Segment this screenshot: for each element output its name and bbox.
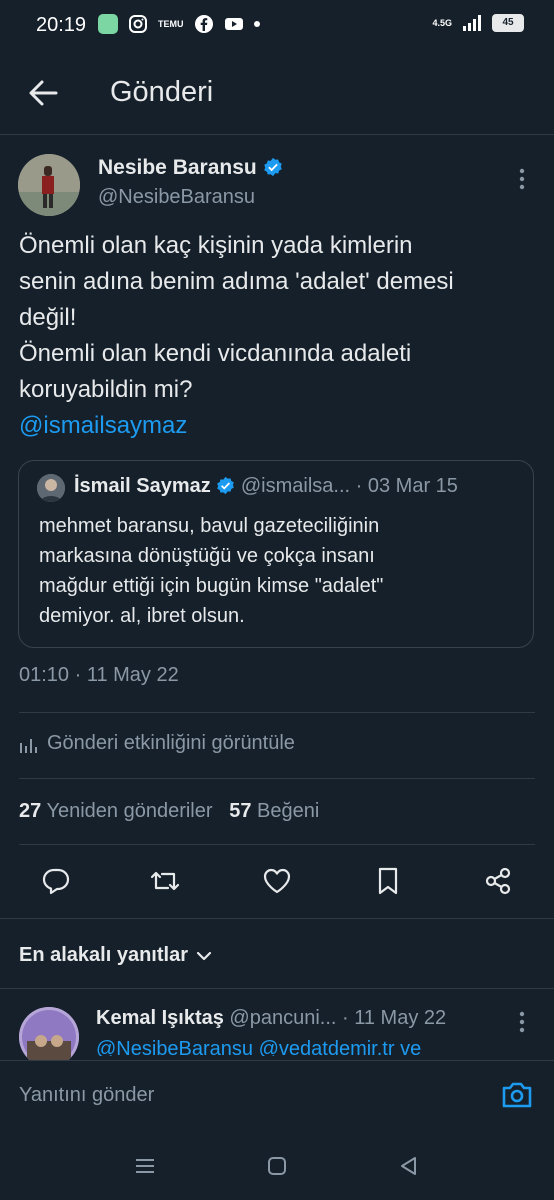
reply-header: Kemal Işıktaş @pancuni... · 11 May 22 (96, 1007, 446, 1030)
quote-line: mehmet baransu, bavul gazeteciliğinin (39, 515, 380, 537)
more-options-icon[interactable] (512, 167, 532, 191)
youtube-icon (224, 18, 243, 30)
quote-line: markasına dönüştüğü ve çokça insanı (39, 545, 375, 567)
reply-more-options-icon[interactable] (512, 1010, 532, 1034)
engagement-stats: 27 Yeniden gönderiler 57 Beğeni (19, 800, 319, 823)
camera-icon[interactable] (500, 1078, 534, 1112)
verified-badge-icon (263, 157, 282, 177)
divider (0, 918, 554, 919)
quote-verified-badge-icon (217, 476, 235, 495)
header-divider (0, 134, 554, 135)
reposts-label: Yeniden gönderiler (46, 800, 213, 822)
reply-avatar-photo-icon (19, 1007, 79, 1067)
notification-icons: TEMU (98, 14, 260, 34)
reposts-stat[interactable]: 27 Yeniden gönderiler (19, 800, 213, 822)
quote-line: mağdur ettiği için bugün kimse "adalet" (39, 575, 384, 597)
tweet-line: değil! (19, 304, 77, 331)
view-activity-link[interactable]: Gönderi etkinliğini görüntüle (19, 732, 295, 755)
battery-icon: 45 (492, 14, 524, 32)
share-icon[interactable] (483, 866, 513, 896)
tweet-timestamp[interactable]: 01:10 · 11 May 22 (19, 664, 179, 687)
bookmark-icon[interactable] (373, 866, 403, 896)
quote-text: mehmet baransu, bavul gazeteciliğinin ma… (39, 511, 509, 631)
reply-sort-dropdown[interactable]: En alakalı yanıtlar (19, 944, 212, 967)
system-nav-bar (0, 1134, 554, 1200)
mention-link[interactable]: @ismailsaymaz (19, 408, 539, 444)
network-label: 4.5G (432, 18, 452, 28)
reply-author-avatar[interactable] (19, 1007, 79, 1067)
back-nav-icon[interactable] (397, 1154, 421, 1178)
tweet-line: senin adına benim adıma 'adalet' demesi (19, 268, 454, 295)
quote-meta: @ismailsa... · 03 Mar 15 (240, 475, 458, 497)
chat-app-icon (98, 14, 118, 34)
chevron-down-icon (196, 951, 212, 960)
divider (0, 988, 554, 989)
compose-divider (0, 1060, 554, 1061)
reply-text[interactable]: @NesibeBaransu @vedatdemir.tr ve (96, 1038, 421, 1056)
author-name-row[interactable]: Nesibe Baransu (98, 156, 283, 180)
back-arrow-icon[interactable] (26, 76, 60, 110)
divider (19, 778, 535, 779)
quoted-tweet[interactable]: İsmail Saymaz @ismailsa... · 03 Mar 15 m… (18, 460, 534, 648)
repost-icon[interactable] (150, 866, 180, 896)
status-bar: 20:19 TEMU 4.5G 45 (0, 0, 554, 52)
quote-author-avatar[interactable] (37, 474, 65, 502)
reply-input[interactable]: Yanıtını gönder (19, 1084, 154, 1107)
page-title: Gönderi (110, 76, 214, 108)
reply-icon[interactable] (41, 866, 71, 896)
tweet-line: Önemli olan kaç kişinin yada kimlerin (19, 232, 413, 259)
author-avatar[interactable] (18, 154, 80, 216)
author-photo-icon (18, 154, 80, 216)
system-status: 4.5G 45 (432, 14, 524, 32)
temu-icon: TEMU (158, 18, 184, 29)
reply-meta: @pancuni... · 11 May 22 (229, 1007, 447, 1029)
quote-author-name: İsmail Saymaz (74, 475, 211, 497)
author-name[interactable]: Nesibe Baransu (98, 156, 257, 179)
tweet-line: koruyabildin mi? (19, 376, 193, 403)
divider (19, 712, 535, 713)
quote-header: İsmail Saymaz @ismailsa... · 03 Mar 15 (74, 475, 458, 498)
quote-line: demiyor. al, ibret olsun. (39, 605, 245, 627)
likes-label: Beğeni (257, 800, 320, 822)
likes-count: 57 (229, 800, 252, 822)
divider (19, 844, 535, 845)
tweet-text: Önemli olan kaç kişinin yada kimlerin se… (19, 228, 539, 444)
reply-sort-label: En alakalı yanıtlar (19, 944, 188, 966)
more-notifications-dot-icon (253, 21, 260, 27)
instagram-icon (129, 15, 147, 33)
home-icon[interactable] (265, 1154, 289, 1178)
status-time: 20:19 (36, 14, 87, 36)
quote-avatar-photo-icon (37, 474, 65, 502)
recent-apps-icon[interactable] (133, 1154, 157, 1178)
tweet-line: Önemli olan kendi vicdanında adaleti (19, 340, 412, 367)
facebook-icon (194, 15, 213, 33)
action-bar (0, 866, 554, 896)
author-handle[interactable]: @NesibeBaransu (98, 186, 255, 209)
reposts-count: 27 (19, 800, 42, 822)
likes-stat[interactable]: 57 Beğeni (229, 800, 319, 822)
analytics-icon (20, 738, 37, 753)
reply-author-name[interactable]: Kemal Işıktaş (96, 1007, 224, 1029)
activity-label: Gönderi etkinliğini görüntüle (47, 732, 295, 754)
like-heart-icon[interactable] (262, 866, 292, 896)
signal-icon (463, 15, 481, 31)
